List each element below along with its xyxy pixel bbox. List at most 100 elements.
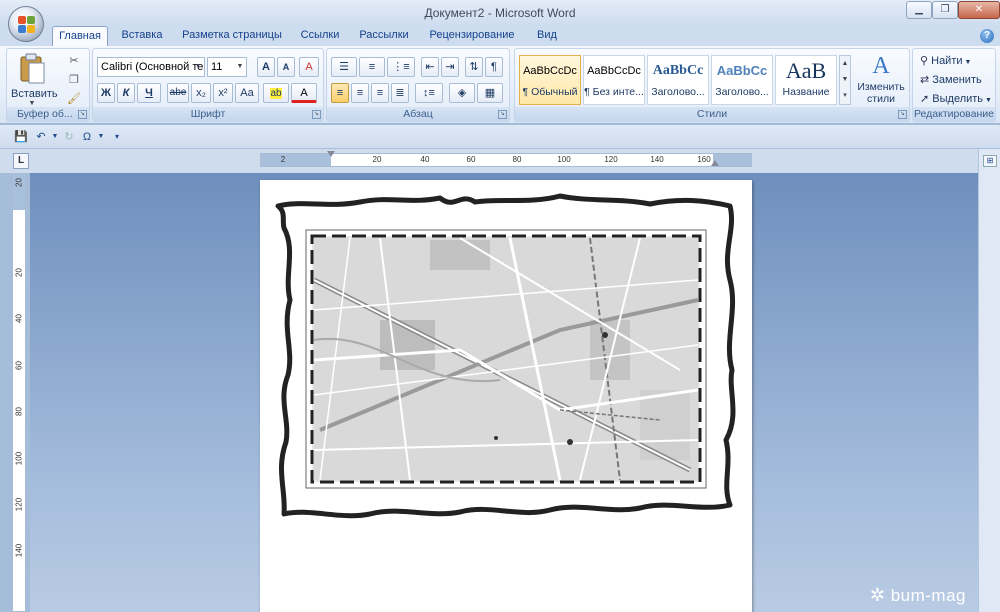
style-name: Заголово... (715, 86, 769, 98)
minimize-button[interactable]: ▁ (906, 1, 932, 19)
find-button[interactable]: ⚲ Найти ▼ (915, 51, 993, 71)
help-icon[interactable]: ? (980, 29, 994, 43)
font-group-label: Шрифт (93, 107, 323, 121)
ruler-label: 20 (14, 268, 24, 277)
redo-icon[interactable]: ↻ (62, 130, 76, 144)
bold-button[interactable]: Ж (97, 83, 115, 103)
symbol-dropdown-icon[interactable]: ▼ (94, 130, 108, 144)
underline-label: Ч (145, 87, 153, 99)
undo-dropdown-icon[interactable]: ▼ (48, 130, 62, 144)
styles-scroll[interactable]: ▲ ▼ ▾ (839, 55, 851, 105)
left-margin-area (261, 154, 331, 166)
bullets-icon: ☰ (339, 61, 349, 73)
clipboard-launcher-icon[interactable]: ↘ (78, 110, 87, 119)
replace-button[interactable]: ⇄ Заменить (915, 70, 993, 90)
numbering-button[interactable]: ≡ (359, 57, 385, 77)
format-painter-button[interactable]: 🖌 (65, 89, 83, 109)
clear-format-button[interactable]: A (299, 57, 319, 77)
ruler-toggle-icon[interactable]: ⊞ (983, 155, 997, 167)
increase-indent-button[interactable]: ⇥ (441, 57, 459, 77)
multilevel-list-icon: ⋮≡ (392, 61, 410, 73)
ruler-label: 60 (466, 155, 476, 164)
bullets-button[interactable]: ☰ (331, 57, 357, 77)
decrease-indent-icon: ⇤ (425, 61, 435, 73)
horizontal-ruler[interactable]: 2 20 40 60 80 100 120 140 160 (260, 151, 752, 167)
subscript-button[interactable]: x₂ (191, 83, 211, 103)
watermark: ✲ bum-mag (870, 585, 966, 606)
ruler-label: 2 (280, 155, 286, 164)
grow-font-button[interactable]: A (257, 57, 275, 77)
style-title[interactable]: AaB Название (775, 55, 837, 105)
font-color-label: A (300, 87, 308, 99)
paste-button[interactable]: Вставить ▼ (11, 51, 58, 107)
cut-button[interactable]: ✂ (65, 51, 83, 71)
shading-button[interactable]: ◈ (449, 83, 475, 103)
style-sample: AaBbCc (716, 63, 768, 78)
chevron-down-icon: ▼ (236, 63, 244, 70)
styles-launcher-icon[interactable]: ↘ (898, 110, 907, 119)
maximize-button[interactable]: ❐ (932, 1, 958, 19)
style-name: ¶ Обычный (522, 86, 578, 98)
underline-button[interactable]: Ч (137, 83, 161, 103)
show-formatting-button[interactable]: ¶ (485, 57, 503, 77)
styles-group-label: Стили (515, 107, 909, 121)
tab-references[interactable]: Ссылки (294, 26, 346, 46)
tab-selector-button[interactable]: L (13, 153, 29, 169)
paste-label: Вставить (11, 88, 58, 100)
select-label: Выделить (932, 93, 984, 105)
borders-icon: ▦ (484, 87, 496, 99)
tab-page-layout[interactable]: Разметка страницы (178, 26, 286, 46)
font-launcher-icon[interactable]: ↘ (312, 110, 321, 119)
justify-button[interactable]: ≣ (391, 83, 409, 103)
align-left-button[interactable]: ≡ (331, 83, 349, 103)
align-right-button[interactable]: ≡ (371, 83, 389, 103)
align-center-button[interactable]: ≡ (351, 83, 369, 103)
style-no-spacing[interactable]: AaBbCcDc ¶ Без инте... (583, 55, 645, 105)
vertical-ruler[interactable]: 20 20 40 60 80 100 120 140 (12, 173, 26, 612)
numbering-icon: ≡ (368, 61, 376, 73)
tab-home[interactable]: Главная (52, 26, 108, 47)
font-size-field[interactable]: 11 ▼ (207, 57, 247, 77)
multilevel-list-button[interactable]: ⋮≡ (387, 57, 415, 77)
copy-button[interactable]: ❐ (65, 70, 83, 90)
paragraph-launcher-icon[interactable]: ↘ (498, 110, 507, 119)
borders-button[interactable]: ▦ (477, 83, 503, 103)
strikethrough-button[interactable]: abe (167, 83, 189, 103)
right-indent-marker-icon[interactable] (711, 160, 719, 166)
tab-mailings[interactable]: Рассылки (354, 26, 414, 46)
superscript-button[interactable]: x² (213, 83, 233, 103)
sort-button[interactable]: ⇅ (465, 57, 483, 77)
customize-qat-icon[interactable]: ▾ (110, 130, 124, 144)
indent-marker-icon[interactable] (327, 151, 335, 157)
tab-insert[interactable]: Вставка (114, 26, 170, 46)
brush-icon: 🖌 (67, 93, 81, 105)
style-normal[interactable]: AaBbCcDc ¶ Обычный (519, 55, 581, 105)
office-button[interactable] (8, 6, 44, 42)
select-button[interactable]: ➚ Выделить ▼ (915, 89, 993, 109)
change-styles-button[interactable]: A Изменить стили (855, 51, 907, 107)
line-spacing-button[interactable]: ↕≡ (415, 83, 443, 103)
save-icon[interactable]: 💾 (14, 130, 28, 144)
ruler-label: 140 (14, 543, 24, 558)
vertical-scrollbar[interactable]: ⊞ (978, 149, 1000, 612)
undo-icon[interactable]: ↶ (34, 130, 48, 144)
tab-review[interactable]: Рецензирование (422, 26, 522, 46)
change-case-button[interactable]: Aa (235, 83, 259, 103)
increase-indent-icon: ⇥ (445, 61, 455, 73)
italic-button[interactable]: К (117, 83, 135, 103)
shrink-font-button[interactable]: A (277, 57, 295, 77)
symbol-icon[interactable]: Ω (80, 130, 94, 144)
font-color-button[interactable]: A (291, 83, 317, 103)
style-heading-2[interactable]: AaBbCc Заголово... (711, 55, 773, 105)
font-name-field[interactable]: Calibri (Основной те ▼ (97, 57, 205, 77)
decrease-indent-button[interactable]: ⇤ (421, 57, 439, 77)
tab-view[interactable]: Вид (530, 26, 564, 46)
highlight-button[interactable]: ab (263, 83, 289, 103)
torn-paper-frame-image[interactable] (260, 180, 752, 540)
align-right-icon: ≡ (376, 87, 384, 99)
replace-icon: ⇄ (920, 74, 930, 86)
style-heading-1[interactable]: AaBbCc Заголово... (647, 55, 709, 105)
ruler-label: 40 (14, 314, 24, 323)
document-page[interactable] (260, 180, 752, 612)
close-button[interactable]: ✕ (958, 1, 1000, 19)
